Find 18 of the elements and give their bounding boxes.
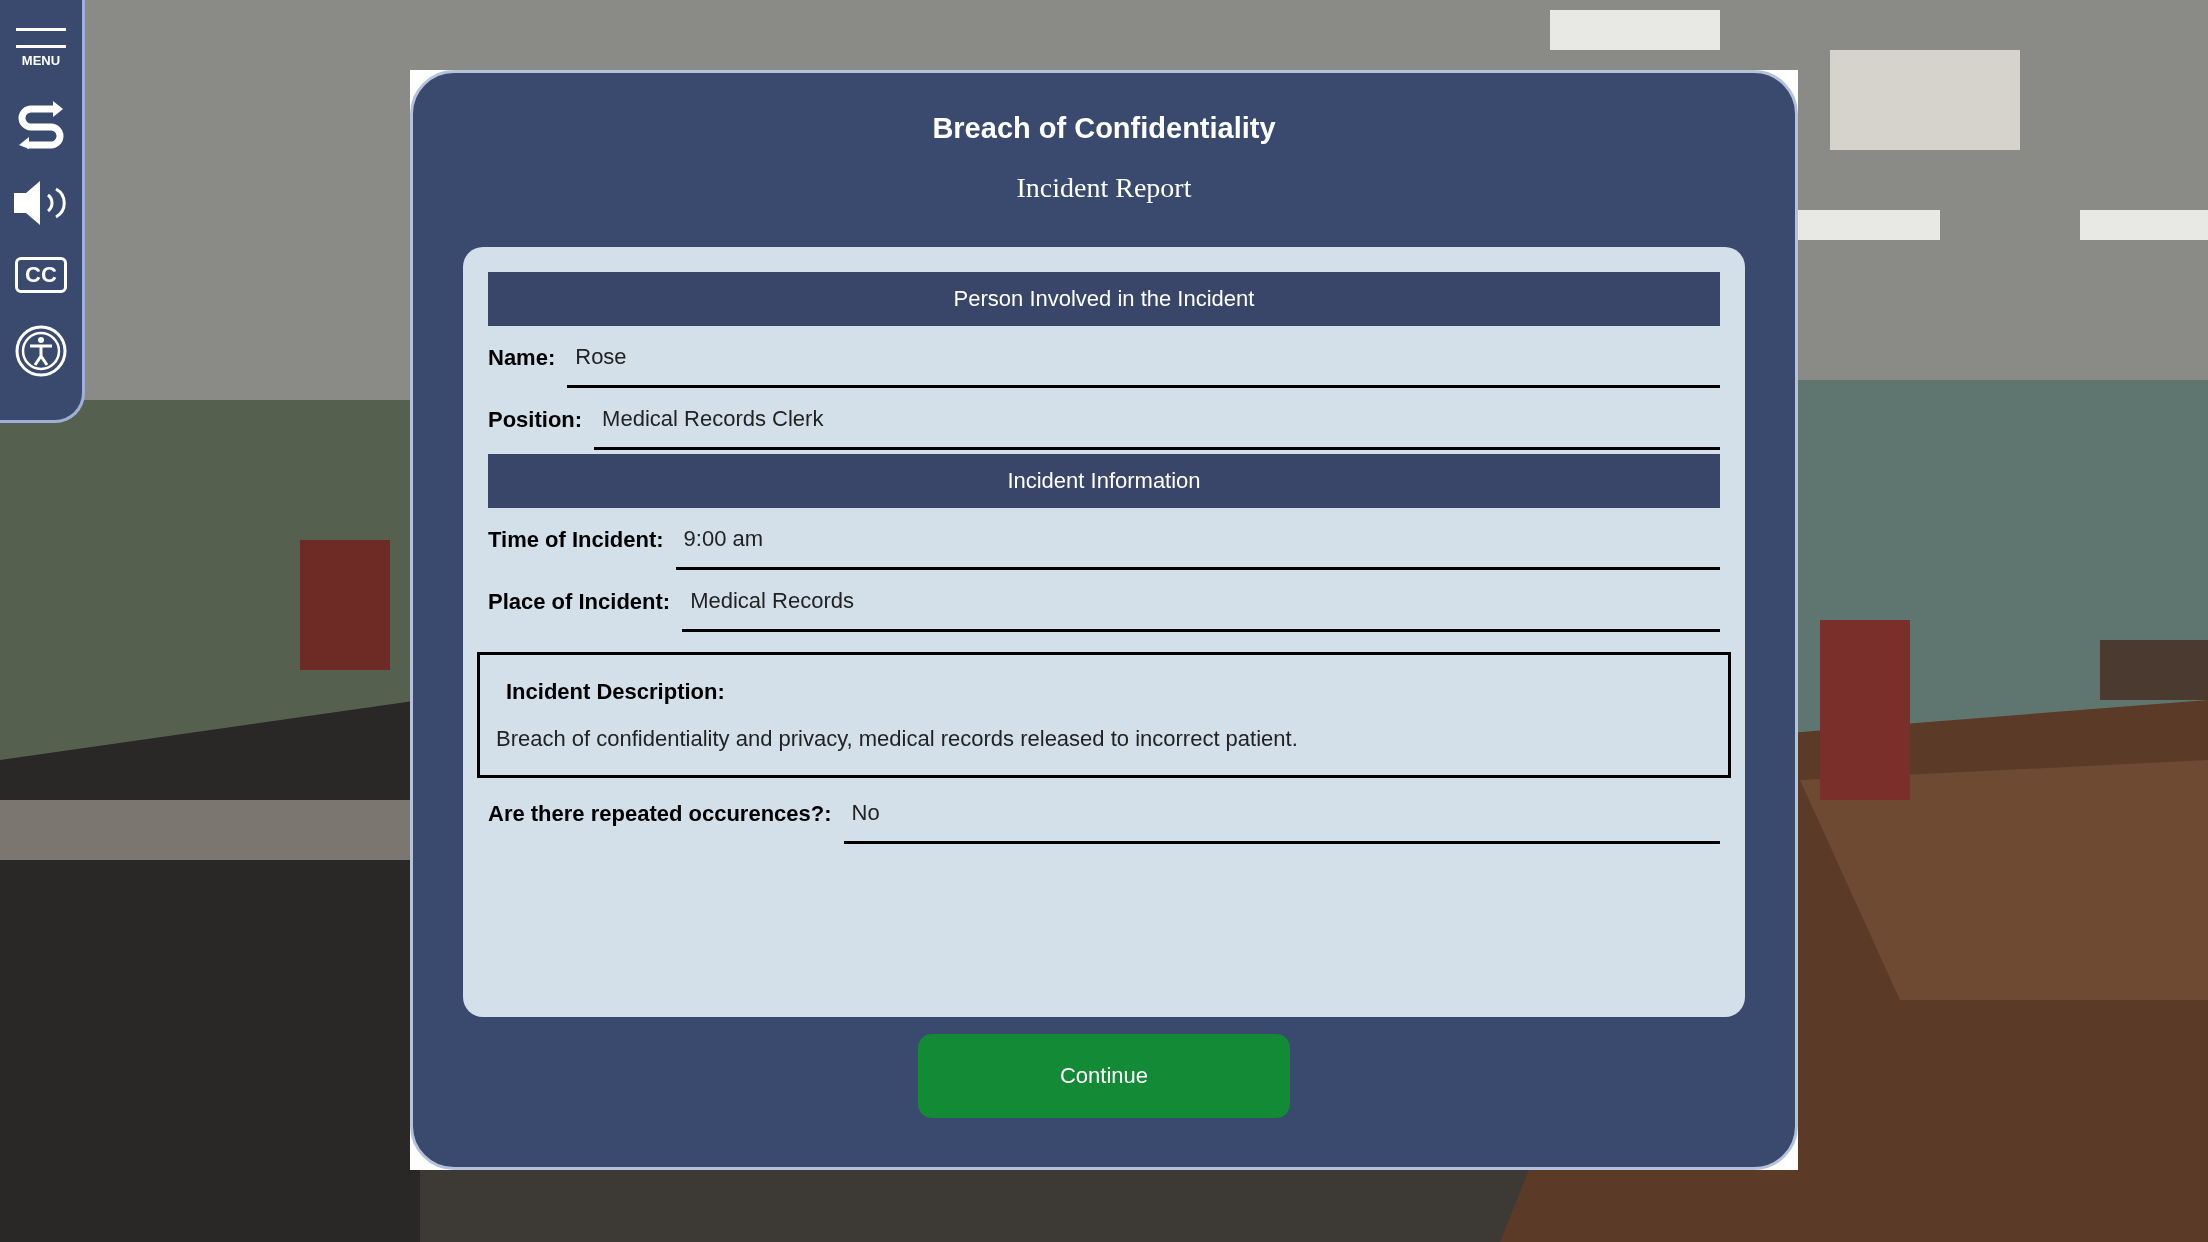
description-box[interactable]: Incident Description: Breach of confidentiality and privacy, medical records released to incorrect patient.: [477, 651, 1731, 778]
text-field[interactable]: Medical Records Clerk: [594, 401, 1720, 450]
text-field[interactable]: Rose: [567, 339, 1720, 388]
description-label: Incident Description:: [505, 677, 726, 706]
text-field[interactable]: No: [843, 795, 1720, 844]
text-field[interactable]: 9:00 am: [675, 521, 1720, 570]
section-header: Incident Information: [488, 453, 1720, 508]
description-text: Breach of confidentiality and privacy, medical records released to incorrect patient.: [496, 724, 1299, 753]
continue-button[interactable]: Continue: [918, 1033, 1290, 1118]
dialog-title: Breach of Confidentiality: [932, 111, 1276, 146]
field-label: Time of Incident:: [488, 525, 664, 554]
field-label: Place of Incident:: [488, 587, 671, 616]
field-label: Name:: [488, 343, 556, 372]
section-header: Person Involved in the Incident: [488, 271, 1720, 326]
dialog-subtitle: Incident Report: [1016, 170, 1192, 205]
text-field[interactable]: Medical Records: [682, 583, 1720, 632]
field-label: Are there repeated occurences?:: [488, 799, 832, 828]
field-label: Position:: [488, 405, 583, 434]
